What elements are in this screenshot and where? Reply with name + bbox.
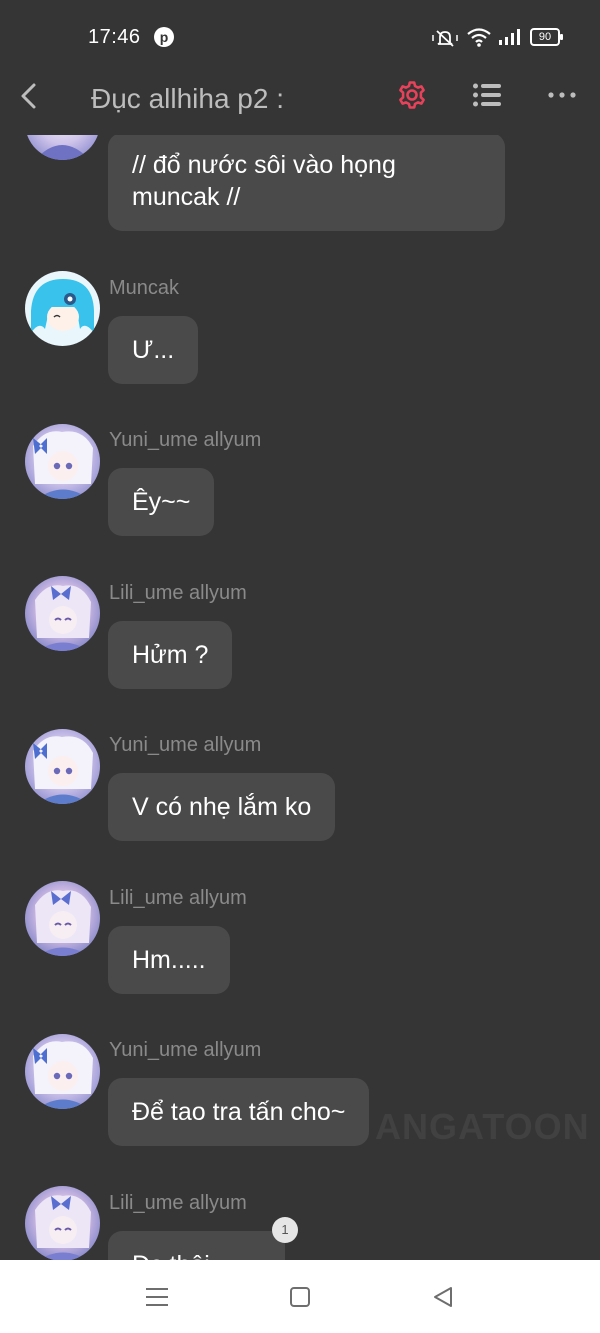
- message-text: Ư...: [132, 336, 175, 364]
- message-text: Hm.....: [132, 946, 206, 974]
- gear-icon[interactable]: [397, 80, 427, 110]
- chat-title: Đục allhiha p2 :: [91, 83, 285, 114]
- watermark-text: ANGATOON: [375, 1106, 590, 1147]
- top-bar: 17:46 p 90 Đục allhiha p2 :: [0, 0, 600, 135]
- avatar[interactable]: [25, 424, 100, 499]
- avatar[interactable]: [25, 576, 100, 651]
- sender-name: Lili_ume allyum: [109, 582, 247, 604]
- system-nav-bar: [0, 1260, 600, 1333]
- pinterest-icon: p: [154, 27, 174, 47]
- chat-header: Đục allhiha p2 :: [0, 75, 600, 135]
- sender-name: Yuni_ume allyum: [109, 734, 262, 756]
- sender-name: Lili_ume allyum: [109, 887, 247, 909]
- message-text: V có nhẹ lắm ko: [132, 793, 312, 821]
- message-bubble[interactable]: Hửm ?: [108, 621, 233, 689]
- sender-name: Yuni_ume allyum: [109, 429, 262, 451]
- sender-name: Muncak: [109, 277, 180, 299]
- more-icon[interactable]: [547, 91, 577, 99]
- avatar[interactable]: [25, 729, 100, 804]
- back-arrow-icon[interactable]: [16, 81, 42, 111]
- avatar[interactable]: [25, 1186, 100, 1261]
- signal-icon: [499, 29, 520, 45]
- avatar[interactable]: [25, 1034, 100, 1109]
- message-bubble[interactable]: V có nhẹ lắm ko: [108, 773, 336, 841]
- message-bubble[interactable]: Êy~~: [108, 468, 215, 536]
- message-text: // đổ nước sôi vào họng muncak //: [132, 151, 396, 211]
- list-icon[interactable]: [472, 81, 502, 109]
- home-square-icon[interactable]: [290, 1287, 310, 1307]
- sender-name: Lili_ume allyum: [109, 1192, 247, 1214]
- battery-icon: 90: [530, 28, 563, 46]
- message-text: Êy~~: [132, 488, 191, 516]
- avatar[interactable]: [25, 881, 100, 956]
- menu-icon[interactable]: [146, 1287, 168, 1307]
- message-bubble[interactable]: // đổ nước sôi vào họng muncak //: [108, 133, 505, 231]
- back-triangle-icon[interactable]: [432, 1286, 454, 1308]
- message-text: Để tao tra tấn cho~: [132, 1098, 346, 1126]
- sender-name: Yuni_ume allyum: [109, 1039, 262, 1061]
- avatar[interactable]: [25, 271, 100, 346]
- wifi-icon: [467, 28, 491, 47]
- mute-bell-icon: [432, 30, 458, 47]
- status-bar: 17:46 p 90: [0, 0, 600, 75]
- message-bubble[interactable]: Để tao tra tấn cho~: [108, 1078, 370, 1146]
- message-bubble[interactable]: Ư...: [108, 316, 199, 384]
- status-time: 17:46: [88, 26, 141, 48]
- message-text: Hửm ?: [132, 641, 209, 669]
- reply-count-badge[interactable]: 1: [272, 1217, 298, 1243]
- message-bubble[interactable]: Hm.....: [108, 926, 230, 994]
